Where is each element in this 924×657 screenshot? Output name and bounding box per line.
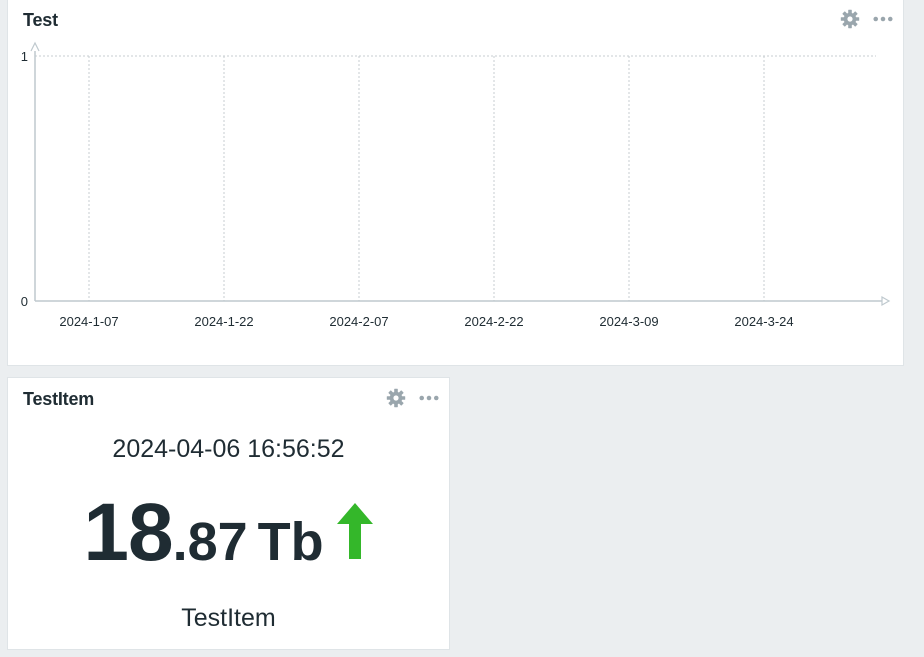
x-tick-label: 2024-1-22 bbox=[194, 314, 253, 329]
item-value: 18 .87 Tb bbox=[8, 487, 449, 578]
item-description: TestItem bbox=[181, 604, 276, 632]
item-value-integer: 18 bbox=[83, 487, 173, 578]
trend-up-arrow-icon bbox=[336, 502, 374, 565]
item-value-unit: Tb bbox=[257, 512, 324, 572]
x-tick-label: 2024-3-09 bbox=[599, 314, 658, 329]
x-axis-arrow bbox=[881, 295, 891, 307]
more-icon bbox=[419, 395, 439, 401]
graph-widget: Test 0 1 2024-1-07 2024-1-22 2024-2-07 2… bbox=[7, 0, 904, 366]
x-tick-label: 2024-3-24 bbox=[734, 314, 793, 329]
item-widget-actions bbox=[386, 388, 439, 408]
item-widget-more-button[interactable] bbox=[419, 388, 439, 408]
x-tick-label: 2024-1-07 bbox=[59, 314, 118, 329]
item-widget-title: TestItem bbox=[23, 389, 95, 409]
item-widget-settings-button[interactable] bbox=[386, 388, 406, 408]
item-timestamp: 2024-04-06 16:56:52 bbox=[112, 435, 345, 463]
y-axis-arrow bbox=[30, 41, 40, 52]
gear-icon bbox=[386, 388, 406, 408]
x-tick-label: 2024-2-07 bbox=[329, 314, 388, 329]
y-tick-label: 0 bbox=[21, 294, 28, 309]
x-tick-label: 2024-2-22 bbox=[464, 314, 523, 329]
item-value-widget: TestItem 2024-04-06 16:56:52 18 .87 Tb T… bbox=[7, 377, 450, 650]
graph-chart: 0 1 2024-1-07 2024-1-22 2024-2-07 2024-2-22 20… bbox=[21, 41, 891, 329]
item-value-decimal: .87 bbox=[172, 512, 248, 572]
y-tick-label: 1 bbox=[21, 49, 28, 64]
